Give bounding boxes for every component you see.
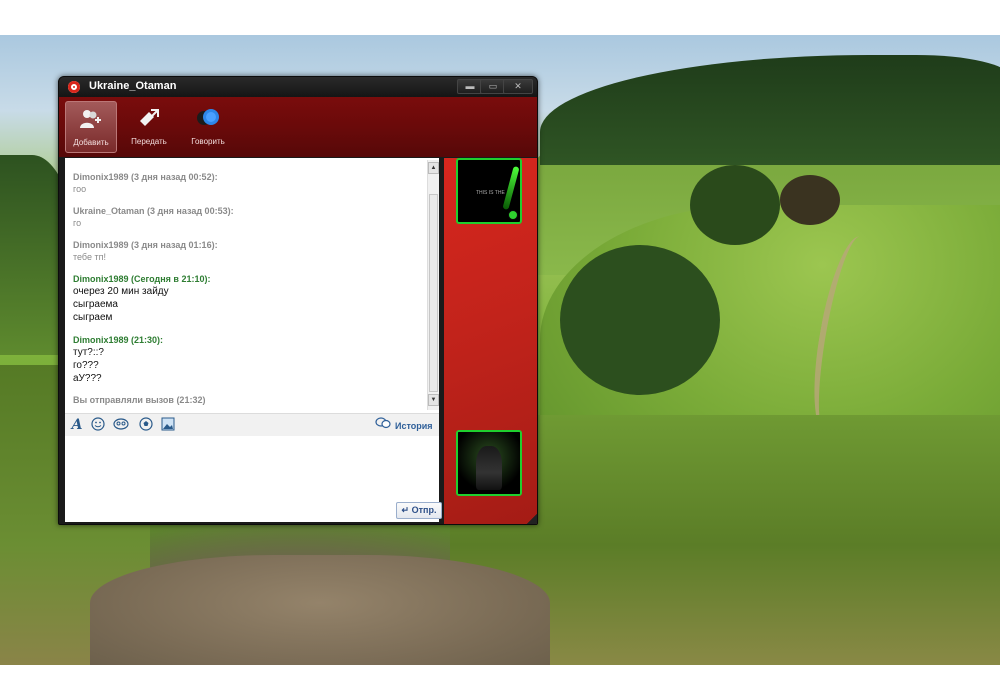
message: Dimonix1989 (3 дня назад 01:16): тебе тп…	[73, 239, 423, 263]
message-text: тебе тп!	[73, 252, 106, 262]
message: Ukraine_Otaman (3 дня назад 00:53): го	[73, 205, 423, 229]
message: Dimonix1989 (21:30): тут?::? го??? аУ???	[73, 334, 423, 385]
message-header: Dimonix1989 (Сегодня в 21:10):	[73, 274, 211, 284]
wallpaper-bush	[780, 175, 840, 225]
message-header: Ukraine_Otaman (3 дня назад 00:53):	[73, 206, 234, 216]
format-toolbar: A История	[65, 413, 439, 437]
message-text: гоо	[73, 184, 87, 194]
message-list: Dimonix1989 (3 дня назад 00:52): гоо Ukr…	[73, 171, 423, 405]
add-contact-button[interactable]: Добавить	[65, 101, 117, 153]
font-button[interactable]: A	[69, 417, 85, 433]
online-status-icon	[508, 210, 518, 220]
wallpaper-bush	[690, 165, 780, 245]
wallpaper-trees	[540, 55, 1000, 165]
toolbar: Добавить Передать Говорить	[59, 97, 537, 157]
smiley-icon[interactable]	[90, 417, 106, 433]
history-icon	[375, 417, 391, 433]
message-text: го	[73, 218, 82, 228]
scroll-up-button[interactable]: ▲	[428, 162, 439, 174]
message-history[interactable]: Dimonix1989 (3 дня назад 00:52): гоо Ukr…	[65, 158, 439, 413]
scroll-down-button[interactable]: ▼	[428, 394, 439, 406]
title-bar[interactable]: Ukraine_Otaman ▬ ▭ ✕	[59, 77, 537, 97]
add-contact-label: Добавить	[73, 138, 109, 147]
resize-grip[interactable]	[527, 514, 537, 524]
message-input[interactable]: ↵ Отпр.	[65, 436, 442, 522]
message-text: очерез 20 мин зайду	[73, 286, 169, 297]
message-text: аУ???	[73, 373, 102, 384]
enter-arrow-icon: ↵	[401, 505, 410, 515]
wink-icon[interactable]	[113, 417, 129, 433]
wallpaper-bush	[560, 245, 720, 395]
avatar-caption: THIS IS THE	[476, 190, 505, 196]
own-avatar[interactable]	[456, 430, 522, 496]
send-file-icon	[140, 109, 159, 126]
send-message-label: Отпр.	[411, 505, 437, 515]
voice-chat-icon	[197, 109, 219, 125]
contact-panel: THIS IS THE	[444, 158, 537, 524]
soldier-figure	[476, 446, 502, 490]
system-message: Вы отправляли вызов (21:32)	[73, 395, 206, 405]
send-message-button[interactable]: ↵ Отпр.	[396, 502, 442, 519]
picture-icon[interactable]	[160, 417, 176, 433]
send-file-button[interactable]: Передать	[124, 101, 174, 151]
app-logo-icon	[68, 81, 80, 93]
chat-scrollbar[interactable]: ▲ ▼	[427, 160, 439, 410]
send-file-label: Передать	[131, 137, 167, 146]
wallpaper-path	[90, 555, 550, 665]
close-button[interactable]: ✕	[503, 79, 533, 94]
voice-chat-label: Говорить	[191, 137, 225, 146]
contact-avatar[interactable]: THIS IS THE	[456, 158, 522, 224]
message-header: Dimonix1989 (21:30):	[73, 335, 164, 345]
history-label: История	[395, 421, 433, 431]
message-text: го???	[73, 360, 99, 371]
window-title: Ukraine_Otaman	[89, 80, 177, 92]
add-user-icon	[80, 110, 101, 128]
message-text: сыграема	[73, 299, 118, 310]
message-header: Dimonix1989 (3 дня назад 00:52):	[73, 172, 218, 182]
chat-window: Ukraine_Otaman ▬ ▭ ✕ Добавить Передать Г…	[58, 76, 538, 525]
voice-chat-button[interactable]: Говорить	[183, 101, 233, 151]
history-link[interactable]: История	[375, 417, 433, 433]
soccer-ball-icon[interactable]	[138, 417, 154, 433]
message-header: Dimonix1989 (3 дня назад 01:16):	[73, 240, 218, 250]
message: Dimonix1989 (3 дня назад 00:52): гоо	[73, 171, 423, 195]
message-text: сыграем	[73, 312, 113, 323]
avatar-glow	[502, 165, 520, 211]
message-text: тут?::?	[73, 347, 104, 358]
message: Dimonix1989 (Сегодня в 21:10): очерез 20…	[73, 273, 423, 324]
scroll-thumb[interactable]	[429, 194, 438, 392]
